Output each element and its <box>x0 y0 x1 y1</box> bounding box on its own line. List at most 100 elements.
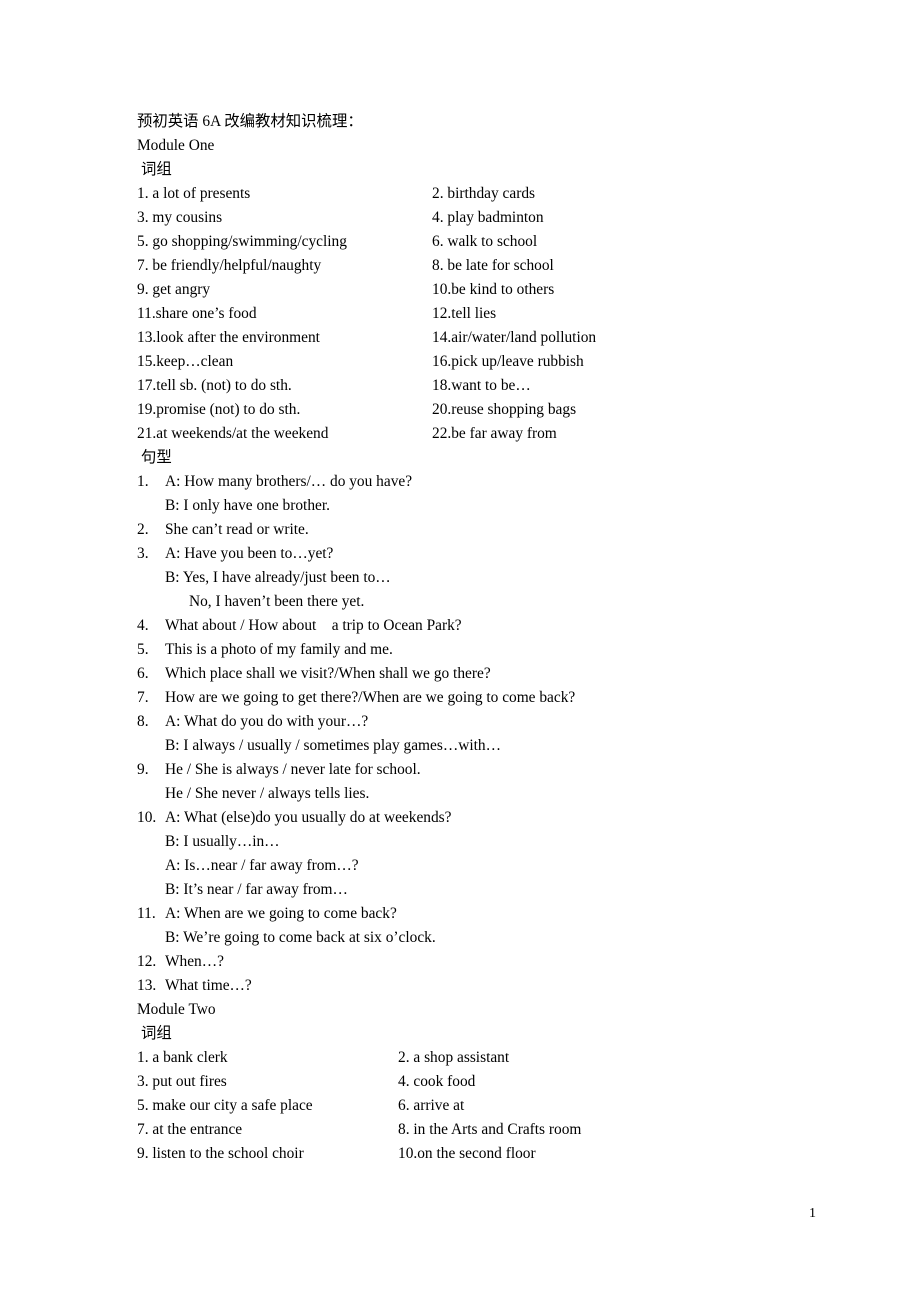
pattern-row: 11. A: When are we going to come back? <box>137 902 837 926</box>
document-page: 预初英语 6A 改编教材知识梳理： Module One 词组 1. a lot… <box>0 0 920 1302</box>
phrase-item: 18.want to be… <box>432 377 531 394</box>
pattern-number: 11. <box>137 905 156 922</box>
phrase-item: 4. play badminton <box>432 209 544 226</box>
document-title: 预初英语 6A 改编教材知识梳理： <box>137 113 363 130</box>
pattern-number: 2. <box>137 521 149 538</box>
pattern-row: 9. He / She is always / never late for s… <box>137 758 837 782</box>
phrase-item: 10.on the second floor <box>398 1145 536 1162</box>
pattern-subline: He / She never / always tells lies. <box>165 785 370 802</box>
phrase-item: 9. listen to the school choir <box>137 1145 304 1162</box>
pattern-text: Which place shall we visit?/When shall w… <box>165 665 491 682</box>
pattern-subline: B: Yes, I have already/just been to… <box>165 569 391 586</box>
module-one-phrases-heading: 词组 <box>141 161 172 178</box>
phrase-row: 13.look after the environment 14.air/wat… <box>137 326 837 350</box>
phrase-item: 1. a bank clerk <box>137 1049 228 1066</box>
pattern-text: What time…? <box>165 977 252 994</box>
phrase-row: 3. put out fires 4. cook food <box>137 1070 837 1094</box>
phrase-row: 5. make our city a safe place 6. arrive … <box>137 1094 837 1118</box>
pattern-row: 8. A: What do you do with your…? <box>137 710 837 734</box>
pattern-number: 6. <box>137 665 149 682</box>
pattern-row: 12. When…? <box>137 950 837 974</box>
document-body: 预初英语 6A 改编教材知识梳理： Module One 词组 1. a lot… <box>137 110 837 1166</box>
phrase-row: 15.keep…clean 16.pick up/leave rubbish <box>137 350 837 374</box>
phrase-row: 1. a lot of presents 2. birthday cards <box>137 182 837 206</box>
pattern-number: 1. <box>137 473 149 490</box>
phrase-row: 9. get angry 10.be kind to others <box>137 278 837 302</box>
phrase-row: 1. a bank clerk 2. a shop assistant <box>137 1046 837 1070</box>
pattern-subline: No, I haven’t been there yet. <box>189 593 365 610</box>
phrase-item: 11.share one’s food <box>137 305 257 322</box>
phrase-item: 20.reuse shopping bags <box>432 401 577 418</box>
module-two-phrases-heading: 词组 <box>141 1025 172 1042</box>
pattern-text: A: What do you do with your…? <box>165 713 369 730</box>
phrase-row: 5. go shopping/swimming/cycling 6. walk … <box>137 230 837 254</box>
pattern-subline: B: I only have one brother. <box>165 497 330 514</box>
pattern-number: 8. <box>137 713 149 730</box>
pattern-text: She can’t read or write. <box>165 521 309 538</box>
phrase-item: 19.promise (not) to do sth. <box>137 401 301 418</box>
phrase-item: 12.tell lies <box>432 305 497 322</box>
pattern-number: 5. <box>137 641 149 658</box>
pattern-text: A: What (else)do you usually do at weeke… <box>165 809 452 826</box>
phrase-row: 17.tell sb. (not) to do sth. 18.want to … <box>137 374 837 398</box>
pattern-row: 2. She can’t read or write. <box>137 518 837 542</box>
phrase-item: 22.be far away from <box>432 425 557 442</box>
phrase-item: 7. at the entrance <box>137 1121 243 1138</box>
pattern-number: 7. <box>137 689 149 706</box>
pattern-row: 10. A: What (else)do you usually do at w… <box>137 806 837 830</box>
pattern-subline: B: I usually…in… <box>165 833 280 850</box>
phrase-item: 13.look after the environment <box>137 329 320 346</box>
pattern-subline: B: We’re going to come back at six o’clo… <box>165 929 436 946</box>
phrase-item: 3. my cousins <box>137 209 223 226</box>
pattern-number: 4. <box>137 617 149 634</box>
phrase-item: 2. a shop assistant <box>398 1049 510 1066</box>
pattern-row: 13. What time…? <box>137 974 837 998</box>
phrase-item: 8. in the Arts and Crafts room <box>398 1121 582 1138</box>
phrase-row: 7. at the entrance 8. in the Arts and Cr… <box>137 1118 837 1142</box>
pattern-text: When…? <box>165 953 224 970</box>
pattern-text: How are we going to get there?/When are … <box>165 689 576 706</box>
phrase-item: 5. make our city a safe place <box>137 1097 313 1114</box>
phrase-item: 4. cook food <box>398 1073 476 1090</box>
phrase-item: 21.at weekends/at the weekend <box>137 425 329 442</box>
pattern-text: What about / How about a trip to Ocean P… <box>165 617 462 634</box>
pattern-text: He / She is always / never late for scho… <box>165 761 421 778</box>
phrase-row: 9. listen to the school choir 10.on the … <box>137 1142 837 1166</box>
pattern-text: This is a photo of my family and me. <box>165 641 393 658</box>
module-two-phrase-list: 1. a bank clerk 2. a shop assistant 3. p… <box>137 1046 837 1166</box>
phrase-item: 10.be kind to others <box>432 281 555 298</box>
phrase-item: 15.keep…clean <box>137 353 234 370</box>
phrase-item: 9. get angry <box>137 281 211 298</box>
pattern-number: 3. <box>137 545 149 562</box>
pattern-row: 4. What about / How about a trip to Ocea… <box>137 614 837 638</box>
phrase-item: 5. go shopping/swimming/cycling <box>137 233 347 250</box>
pattern-subline: A: Is…near / far away from…? <box>165 857 359 874</box>
page-number: 1 <box>809 1206 816 1221</box>
pattern-text: A: How many brothers/… do you have? <box>165 473 413 490</box>
pattern-row: 3. A: Have you been to…yet? <box>137 542 837 566</box>
pattern-number: 12. <box>137 953 157 970</box>
pattern-row: 7. How are we going to get there?/When a… <box>137 686 837 710</box>
phrase-item: 3. put out fires <box>137 1073 227 1090</box>
module-one-pattern-list: 1. A: How many brothers/… do you have? B… <box>137 470 837 998</box>
module-two-heading: Module Two <box>137 1001 216 1018</box>
phrase-item: 16.pick up/leave rubbish <box>432 353 584 370</box>
phrase-item: 14.air/water/land pollution <box>432 329 597 346</box>
phrase-item: 7. be friendly/helpful/naughty <box>137 257 322 274</box>
phrase-row: 21.at weekends/at the weekend 22.be far … <box>137 422 837 446</box>
module-one-heading: Module One <box>137 137 215 154</box>
phrase-item: 2. birthday cards <box>432 185 535 202</box>
pattern-number: 10. <box>137 809 157 826</box>
phrase-row: 7. be friendly/helpful/naughty 8. be lat… <box>137 254 837 278</box>
phrase-item: 8. be late for school <box>432 257 554 274</box>
pattern-number: 13. <box>137 977 157 994</box>
phrase-item: 6. arrive at <box>398 1097 465 1114</box>
phrase-item: 17.tell sb. (not) to do sth. <box>137 377 292 394</box>
pattern-text: A: Have you been to…yet? <box>165 545 334 562</box>
pattern-row: 5. This is a photo of my family and me. <box>137 638 837 662</box>
pattern-subline: B: It’s near / far away from… <box>165 881 348 898</box>
module-one-phrase-list: 1. a lot of presents 2. birthday cards 3… <box>137 182 837 446</box>
module-one-patterns-heading: 句型 <box>141 449 172 466</box>
phrase-row: 3. my cousins 4. play badminton <box>137 206 837 230</box>
phrase-item: 1. a lot of presents <box>137 185 251 202</box>
